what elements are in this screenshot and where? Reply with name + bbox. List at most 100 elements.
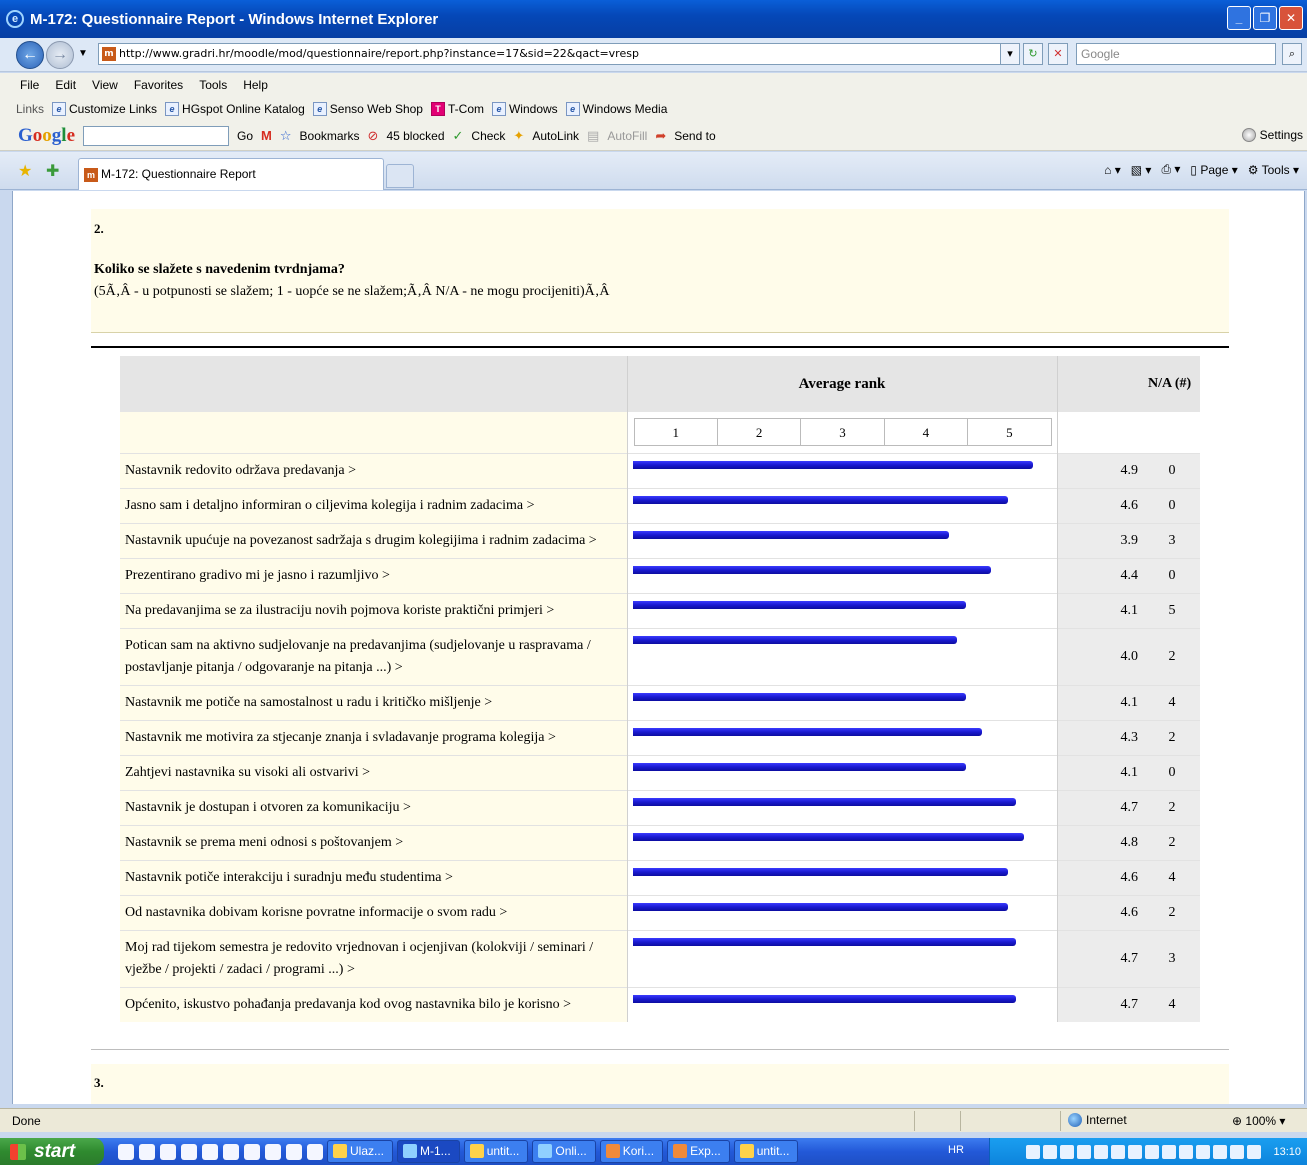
send-to-button[interactable]: Send to [674,129,715,143]
quick-launch-icon[interactable] [160,1143,176,1160]
autofill-button[interactable]: AutoFill [607,129,647,143]
statement-label: Nastavnik redovito održava predavanja > [120,452,627,488]
tray-icon[interactable] [1230,1144,1245,1159]
quick-launch-icon[interactable] [181,1143,197,1160]
taskbar-button-ie-active[interactable]: M-1... [397,1140,460,1163]
back-arrow-icon[interactable]: ← [16,41,44,69]
popup-blocked-count[interactable]: 45 blocked [386,129,444,143]
quick-launch-icon[interactable] [202,1143,218,1160]
link-customize-links[interactable]: e Customize Links [52,102,157,116]
settings-button[interactable]: Settings [1241,128,1303,142]
tray-icon[interactable] [1179,1144,1194,1159]
search-input[interactable]: Google [1076,43,1276,65]
minimize-icon[interactable]: _ [1227,6,1251,30]
start-button[interactable]: start [0,1138,104,1165]
quick-launch-icon[interactable] [139,1143,155,1160]
quick-launch-icon[interactable] [307,1143,323,1160]
new-tab-button[interactable] [386,164,414,188]
quick-launch-icon[interactable] [118,1143,134,1160]
tray-icon[interactable] [1043,1144,1058,1159]
link-hgspot[interactable]: e HGspot Online Katalog [165,102,305,116]
popup-blocker-icon: ⊘ [367,127,379,143]
restore-icon[interactable]: ❐ [1253,6,1277,30]
taskbar-button-ppt-2[interactable]: Exp... [667,1140,730,1163]
quick-launch-icon[interactable] [265,1143,281,1160]
link-windows[interactable]: e Windows [491,102,558,116]
tray-icon[interactable] [1094,1144,1109,1159]
tab-questionnaire-report[interactable]: m M-172: Questionnaire Report [78,158,384,190]
tray-icon[interactable] [1060,1144,1075,1159]
taskbar-button-ppt-1[interactable]: Kori... [599,1140,664,1163]
address-input[interactable]: m http://www.gradri.hr/moodle/mod/questi… [98,43,1018,65]
autolink-button[interactable]: AutoLink [532,129,579,143]
tray-icon[interactable] [1128,1144,1143,1159]
rank-bar-cell [626,824,1058,860]
quick-launch-icon[interactable] [223,1143,239,1160]
table-header-row: Average rank N/A (#) [120,356,1200,412]
taskbar-button-ie-online[interactable]: Onli... [532,1140,596,1163]
address-row: ← → ▼ m http://www.gradri.hr/moodle/mod/… [0,38,1307,72]
google-logo[interactable]: Google [18,125,75,147]
rank-bar [632,762,966,771]
statement-label: Prezentirano gradivo mi je jasno i razum… [120,557,627,593]
taskbar-button-paint-2[interactable]: untit... [733,1140,799,1163]
window-title-bar[interactable]: e M-172: Questionnaire Report - Windows … [0,0,1307,38]
link-tcom[interactable]: T T-Com [430,102,484,116]
menu-tools[interactable]: Tools [199,78,227,92]
language-indicator[interactable]: HR [948,1144,964,1156]
tray-icon[interactable] [1247,1144,1262,1159]
google-go-button[interactable]: Go [237,129,253,143]
statement-label: Od nastavnika dobivam korisne povratne i… [120,894,627,930]
send-to-icon: ➦ [655,127,667,143]
rank-bar-cell [626,557,1058,593]
favorites-star-icon[interactable]: ★ [18,161,32,181]
rank-bar-cell [626,487,1058,523]
taskbar-button-outlook[interactable]: Ulaz... [327,1140,394,1163]
menu-favorites[interactable]: Favorites [134,78,183,92]
na-count: 0 [1144,557,1200,593]
tray-icon[interactable] [1145,1144,1160,1159]
home-icon[interactable]: ⌂ ▾ [1104,163,1121,177]
bookmarks-button[interactable]: Bookmarks [300,129,360,143]
menu-help[interactable]: Help [243,78,268,92]
history-dropdown-icon[interactable]: ▼ [78,48,88,59]
rank-report-table: Average rank N/A (#) 1 2 3 4 5 Nastavnik… [120,356,1200,1022]
security-zone[interactable]: Internet [1068,1113,1127,1127]
search-magnifier-icon[interactable]: ⌕ [1282,43,1302,65]
tray-icon[interactable] [1162,1144,1177,1159]
close-icon[interactable]: ✕ [1279,6,1303,30]
menu-file[interactable]: File [20,78,39,92]
taskbar-button-paint-1[interactable]: untit... [463,1140,529,1163]
feeds-icon[interactable]: ▧ ▾ [1131,163,1152,177]
zoom-level[interactable]: ⊕ 100% ▾ [1232,1114,1285,1128]
table-row: Na predavanjima se za ilustraciju novih … [120,592,1200,628]
page-content[interactable]: 2. Koliko se slažete s navedenim tvrdnja… [12,191,1305,1104]
next-question-number: 3. [94,1075,104,1090]
menu-view[interactable]: View [92,78,118,92]
add-favorites-icon[interactable]: ✚ [46,161,59,181]
rank-scale: 1 2 3 4 5 [633,418,1052,447]
tools-menu[interactable]: ⚙ Tools ▾ [1248,163,1299,177]
link-windows-media[interactable]: e Windows Media [565,102,667,116]
refresh-icon[interactable]: ↻ [1023,43,1043,65]
address-dropdown-icon[interactable]: ▾ [1000,43,1020,65]
quick-launch-icon[interactable] [244,1143,260,1160]
quick-launch-icon[interactable] [286,1143,302,1160]
link-senso[interactable]: e Senso Web Shop [312,102,423,116]
clock[interactable]: 13:10 [1273,1146,1301,1158]
tray-icon[interactable] [1213,1144,1228,1159]
gmail-icon[interactable]: M [261,128,272,143]
tray-icon[interactable] [1026,1144,1041,1159]
page-menu[interactable]: ▯ Page ▾ [1190,163,1237,177]
statement-label: Na predavanjima se za ilustraciju novih … [120,592,627,628]
tray-icon[interactable] [1196,1144,1211,1159]
google-search-input[interactable] [83,125,229,146]
check-button[interactable]: Check [471,129,505,143]
stop-icon[interactable]: ✕ [1048,43,1068,65]
tray-icon[interactable] [1111,1144,1126,1159]
table-row: Prezentirano gradivo mi je jasno i razum… [120,557,1200,593]
forward-arrow-icon[interactable]: → [46,41,74,69]
menu-edit[interactable]: Edit [55,78,76,92]
print-icon[interactable]: ⎙ ▾ [1161,162,1180,177]
tray-icon[interactable] [1077,1144,1092,1159]
